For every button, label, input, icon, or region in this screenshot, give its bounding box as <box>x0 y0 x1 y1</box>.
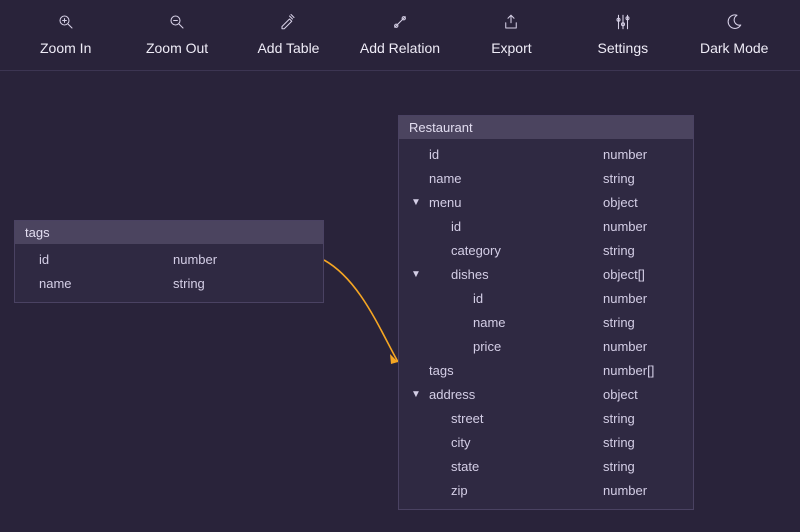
field-type: string <box>603 169 683 189</box>
field-name: name <box>423 313 603 333</box>
field-row[interactable]: name string <box>15 272 323 296</box>
field-type: number <box>173 250 313 270</box>
field-name: tags <box>423 361 603 381</box>
settings-icon <box>613 12 633 32</box>
field-row[interactable]: pricenumber <box>399 335 693 359</box>
table-tags[interactable]: tags id number name string <box>14 220 324 303</box>
zoom-in-button[interactable]: Zoom In <box>26 12 106 56</box>
field-type: string <box>173 274 313 294</box>
zoom-in-label: Zoom In <box>40 40 91 56</box>
zoom-out-button[interactable]: Zoom Out <box>137 12 217 56</box>
field-name: price <box>423 337 603 357</box>
collapse-icon[interactable]: ▼ <box>409 193 423 213</box>
field-row[interactable]: id number <box>15 248 323 272</box>
add-table-label: Add Table <box>257 40 319 56</box>
table-restaurant-header[interactable]: Restaurant <box>399 116 693 139</box>
field-row[interactable]: ▼dishesobject[] <box>399 263 693 287</box>
collapse-icon[interactable]: ▼ <box>409 385 423 405</box>
field-type: number <box>603 217 683 237</box>
field-name: city <box>423 433 603 453</box>
field-name: id <box>39 250 173 270</box>
export-button[interactable]: Export <box>471 12 551 56</box>
add-relation-label: Add Relation <box>360 40 440 56</box>
field-type: string <box>603 313 683 333</box>
field-type: string <box>603 241 683 261</box>
field-name: zip <box>423 481 603 501</box>
field-name: id <box>423 217 603 237</box>
field-row[interactable]: statestring <box>399 455 693 479</box>
toolbar: Zoom In Zoom Out Add Table Add Relation … <box>0 0 800 71</box>
field-type: number[] <box>603 361 683 381</box>
field-type: number <box>603 481 683 501</box>
moon-icon <box>724 12 744 32</box>
relation-tags-to-restaurant <box>324 260 398 362</box>
add-relation-icon <box>390 12 410 32</box>
field-type: string <box>603 433 683 453</box>
field-row[interactable]: namestring <box>399 311 693 335</box>
settings-label: Settings <box>598 40 649 56</box>
table-tags-header[interactable]: tags <box>15 221 323 244</box>
settings-button[interactable]: Settings <box>583 12 663 56</box>
field-type: number <box>603 337 683 357</box>
field-name: category <box>423 241 603 261</box>
table-tags-title: tags <box>25 225 50 240</box>
field-row[interactable]: idnumber <box>399 143 693 167</box>
table-restaurant-rows: idnumbernamestring▼menuobjectidnumbercat… <box>399 139 693 509</box>
relation-arrowhead <box>390 354 398 364</box>
table-restaurant[interactable]: Restaurant idnumbernamestring▼menuobject… <box>398 115 694 510</box>
field-row[interactable]: idnumber <box>399 215 693 239</box>
field-type: number <box>603 145 683 165</box>
zoom-in-icon <box>56 12 76 32</box>
field-name: name <box>423 169 603 189</box>
field-name: menu <box>423 193 603 213</box>
add-relation-button[interactable]: Add Relation <box>360 12 440 56</box>
field-type: number <box>603 289 683 309</box>
field-name: id <box>423 289 603 309</box>
field-row[interactable]: categorystring <box>399 239 693 263</box>
field-name: name <box>39 274 173 294</box>
field-row[interactable]: zipnumber <box>399 479 693 503</box>
field-name: id <box>423 145 603 165</box>
field-name: state <box>423 457 603 477</box>
field-row[interactable]: ▼menuobject <box>399 191 693 215</box>
field-row[interactable]: tagsnumber[] <box>399 359 693 383</box>
field-row[interactable]: streetstring <box>399 407 693 431</box>
field-name: address <box>423 385 603 405</box>
field-type: string <box>603 409 683 429</box>
field-type: object[] <box>603 265 683 285</box>
zoom-out-label: Zoom Out <box>146 40 208 56</box>
table-tags-rows: id number name string <box>15 244 323 302</box>
export-label: Export <box>491 40 531 56</box>
field-type: object <box>603 385 683 405</box>
field-row[interactable]: namestring <box>399 167 693 191</box>
add-table-button[interactable]: Add Table <box>248 12 328 56</box>
field-row[interactable]: ▼addressobject <box>399 383 693 407</box>
zoom-out-icon <box>167 12 187 32</box>
field-type: string <box>603 457 683 477</box>
dark-mode-button[interactable]: Dark Mode <box>694 12 774 56</box>
table-restaurant-title: Restaurant <box>409 120 473 135</box>
field-row[interactable]: citystring <box>399 431 693 455</box>
add-table-icon <box>278 12 298 32</box>
field-type: object <box>603 193 683 213</box>
field-name: street <box>423 409 603 429</box>
dark-mode-label: Dark Mode <box>700 40 768 56</box>
field-name: dishes <box>423 265 603 285</box>
field-row[interactable]: idnumber <box>399 287 693 311</box>
collapse-icon[interactable]: ▼ <box>409 265 423 285</box>
export-icon <box>501 12 521 32</box>
diagram-canvas[interactable]: tags id number name string Restaurant id… <box>0 70 800 532</box>
